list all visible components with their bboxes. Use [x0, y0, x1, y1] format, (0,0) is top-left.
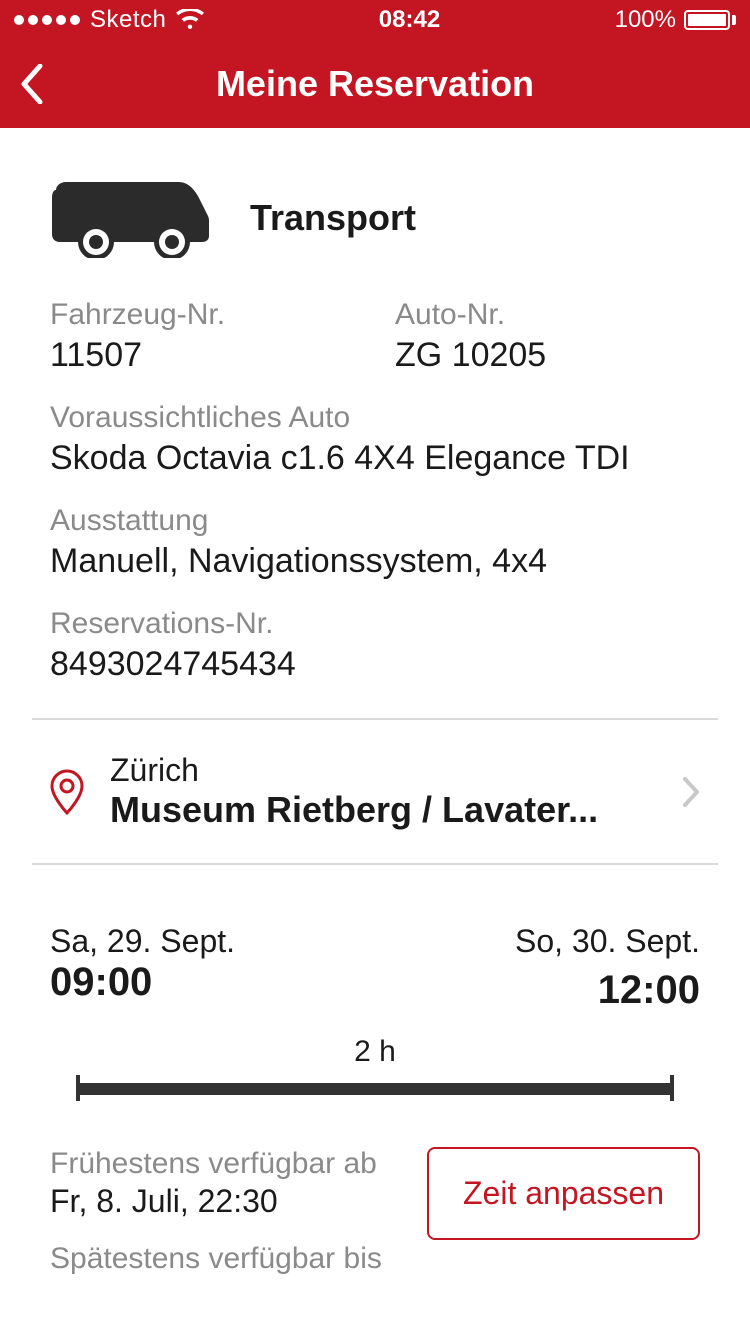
start-date: Sa, 29. Sept.	[50, 923, 235, 960]
battery-icon	[684, 10, 736, 30]
start-time-column: Sa, 29. Sept. 09:00	[50, 923, 235, 1013]
vehicle-number-value: 11507	[50, 336, 355, 375]
signal-dots-icon	[14, 15, 80, 25]
end-time: 12:00	[598, 968, 700, 1013]
expected-car-value: Skoda Octavia c1.6 4X4 Elegance TDI	[50, 439, 700, 478]
reservation-number-field: Reservations-Nr. 8493024745434	[50, 597, 700, 700]
auto-number-label: Auto-Nr.	[395, 298, 700, 332]
category-title: Transport	[250, 197, 416, 239]
location-city: Zürich	[110, 752, 646, 789]
end-date: So, 30. Sept.	[515, 923, 700, 960]
location-pin-icon	[50, 769, 84, 815]
carrier-label: Sketch	[90, 6, 166, 34]
start-time: 09:00	[50, 960, 235, 1005]
vehicle-number-field: Fahrzeug-Nr. 11507	[50, 288, 355, 391]
status-bar: Sketch 08:42 100%	[0, 0, 750, 40]
back-button[interactable]	[20, 40, 44, 128]
divider	[32, 863, 718, 865]
equipment-field: Ausstattung Manuell, Navigationssystem, …	[50, 494, 700, 597]
latest-available-label: Spätestens verfügbar bis	[50, 1242, 397, 1276]
chevron-left-icon	[20, 64, 44, 104]
expected-car-label: Voraussichtliches Auto	[50, 401, 700, 435]
reservation-times: Sa, 29. Sept. 09:00 So, 30. Sept. 12:00	[50, 883, 700, 1013]
earliest-available-value: Fr, 8. Juli, 22:30	[50, 1183, 397, 1220]
duration-label: 2 h	[50, 1035, 700, 1069]
reservation-number-label: Reservations-Nr.	[50, 607, 700, 641]
van-icon	[50, 178, 210, 258]
expected-car-field: Voraussichtliches Auto Skoda Octavia c1.…	[50, 391, 700, 494]
equipment-label: Ausstattung	[50, 504, 700, 538]
end-time-column: So, 30. Sept. 12:00	[515, 923, 700, 1013]
vehicle-number-label: Fahrzeug-Nr.	[50, 298, 355, 332]
equipment-value: Manuell, Navigationssystem, 4x4	[50, 542, 700, 581]
battery-percent: 100%	[615, 6, 676, 34]
page-title: Meine Reservation	[216, 63, 534, 105]
location-name: Museum Rietberg / Lavater...	[110, 789, 646, 831]
vehicle-category: Transport	[50, 128, 700, 288]
reservation-number-value: 8493024745434	[50, 645, 700, 684]
auto-number-field: Auto-Nr. ZG 10205	[395, 288, 700, 391]
earliest-available-label: Frühestens verfügbar ab	[50, 1147, 397, 1181]
navigation-bar: Meine Reservation	[0, 40, 750, 128]
slider-end-tick	[670, 1075, 674, 1101]
chevron-right-icon	[672, 777, 700, 807]
wifi-icon	[176, 9, 204, 31]
duration-slider[interactable]	[76, 1075, 674, 1101]
status-time: 08:42	[379, 6, 440, 34]
auto-number-value: ZG 10205	[395, 336, 700, 375]
divider	[32, 718, 718, 720]
slider-bar	[76, 1083, 674, 1095]
adjust-time-button[interactable]: Zeit anpassen	[427, 1147, 700, 1240]
location-row[interactable]: Zürich Museum Rietberg / Lavater...	[50, 738, 700, 845]
